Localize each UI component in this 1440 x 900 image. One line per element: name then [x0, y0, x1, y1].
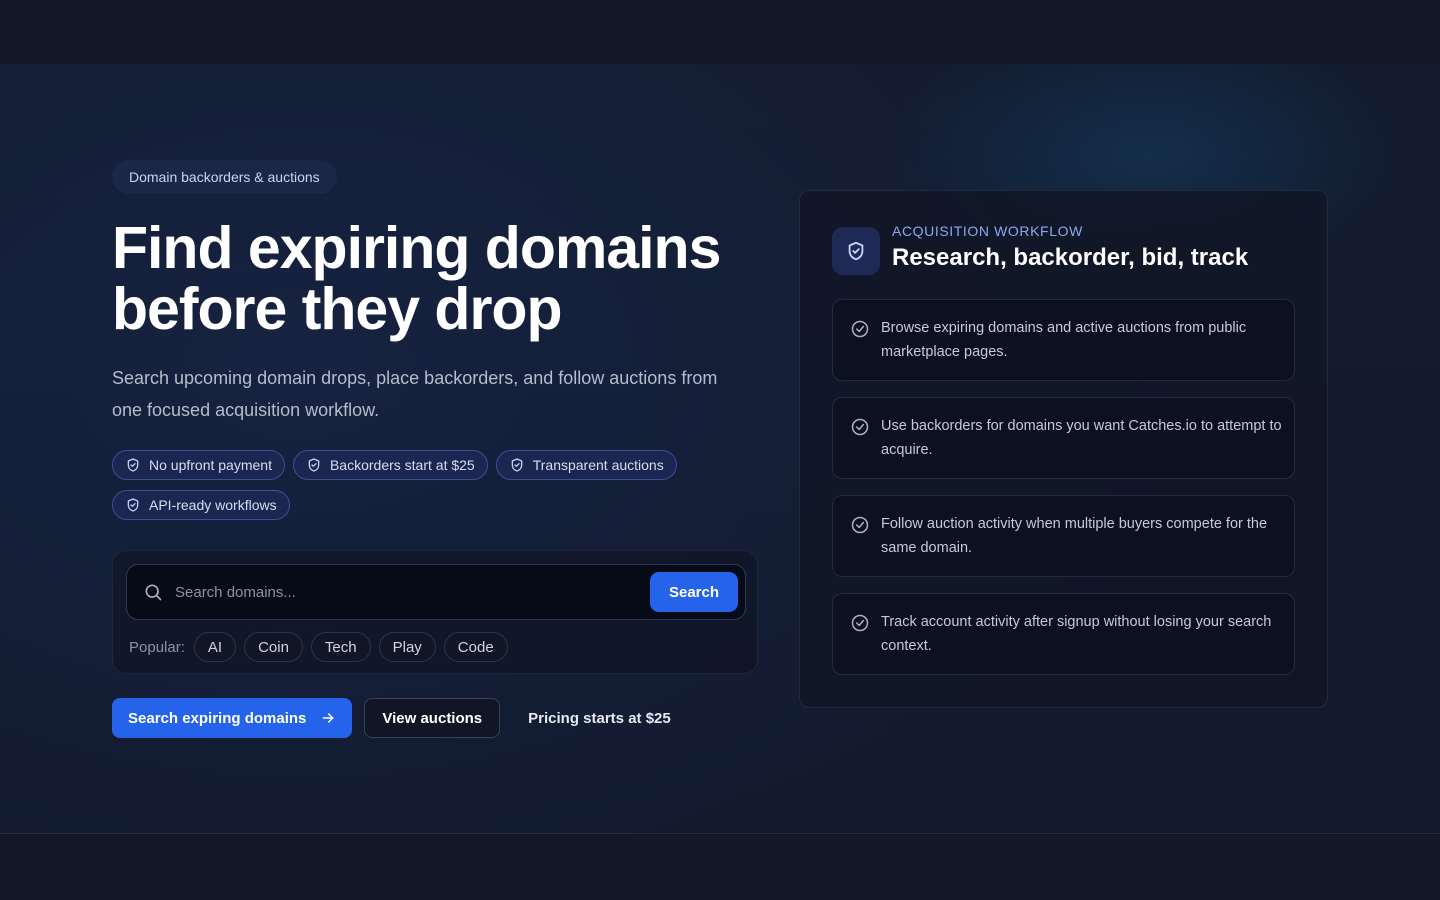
- shield-check-icon: [127, 498, 139, 512]
- pricing-link[interactable]: Pricing starts at $25: [528, 710, 671, 727]
- popular-label: Popular:: [129, 638, 185, 656]
- feature-label: API-ready workflows: [149, 497, 277, 513]
- workflow-step: Use backorders for domains you want Catc…: [832, 397, 1295, 479]
- shield-check-icon: [848, 241, 864, 261]
- view-auctions-button[interactable]: View auctions: [364, 698, 501, 738]
- workflow-step-text: Use backorders for domains you want Catc…: [881, 418, 1282, 458]
- shield-check-icon: [127, 458, 139, 472]
- popular-chip[interactable]: Tech: [310, 632, 371, 662]
- workflow-icon-badge: [832, 227, 880, 275]
- shield-check-icon: [308, 458, 320, 472]
- popular-chip[interactable]: Code: [443, 632, 508, 662]
- search-button[interactable]: Search: [650, 572, 738, 612]
- search-expiring-domains-button[interactable]: Search expiring domains: [112, 698, 353, 738]
- domain-search-card: Search Popular: AI Coin Tech Play Code: [112, 550, 758, 674]
- hero-eyebrow-badge: Domain backorders & auctions: [112, 160, 337, 194]
- feature-badge: Backorders start at $25: [292, 450, 488, 480]
- cta-primary-label: Search expiring domains: [128, 709, 307, 727]
- workflow-step: Follow auction activity when multiple bu…: [832, 495, 1295, 577]
- check-circle-icon: [851, 516, 869, 534]
- check-circle-icon: [851, 614, 869, 632]
- check-circle-icon: [851, 418, 869, 436]
- feature-label: Transparent auctions: [532, 457, 664, 473]
- shield-check-icon: [511, 458, 523, 472]
- workflow-step-text: Follow auction activity when multiple bu…: [881, 516, 1268, 556]
- headline-line-2: before they drop: [112, 276, 562, 342]
- workflow-step-text: Browse expiring domains and active aucti…: [881, 320, 1247, 360]
- feature-label: No upfront payment: [149, 457, 272, 473]
- popular-searches: Popular: AI Coin Tech Play Code: [129, 631, 508, 663]
- feature-label: Backorders start at $25: [329, 457, 475, 473]
- search-icon: [145, 584, 162, 601]
- workflow-eyebrow: ACQUISITION WORKFLOW: [892, 223, 1083, 239]
- workflow-step-text: Track account activity after signup with…: [881, 614, 1272, 654]
- feature-badge: Transparent auctions: [495, 450, 677, 480]
- workflow-step: Track account activity after signup with…: [832, 593, 1295, 675]
- popular-chip[interactable]: Coin: [244, 632, 303, 662]
- feature-badge: API-ready workflows: [112, 490, 290, 520]
- headline-line-1: Find expiring domains: [112, 215, 721, 281]
- feature-badges: No upfront payment Backorders start at $…: [112, 450, 752, 520]
- hero-headline: Find expiring domains before they drop: [112, 218, 792, 340]
- workflow-title: Research, backorder, bid, track: [892, 244, 1249, 271]
- hero-subtitle: Search upcoming domain drops, place back…: [112, 368, 718, 420]
- check-circle-icon: [851, 320, 869, 338]
- popular-chip[interactable]: AI: [193, 632, 237, 662]
- feature-badge: No upfront payment: [112, 450, 285, 480]
- popular-chip[interactable]: Play: [378, 632, 436, 662]
- workflow-panel: ACQUISITION WORKFLOW Research, backorder…: [799, 190, 1328, 708]
- search-input[interactable]: [175, 565, 645, 619]
- workflow-step: Browse expiring domains and active aucti…: [832, 299, 1295, 381]
- cta-row: Search expiring domains View auctions Pr…: [112, 698, 671, 738]
- workflow-steps: Browse expiring domains and active aucti…: [832, 299, 1295, 691]
- search-box: Search: [126, 564, 746, 620]
- arrow-right-icon: [322, 713, 334, 723]
